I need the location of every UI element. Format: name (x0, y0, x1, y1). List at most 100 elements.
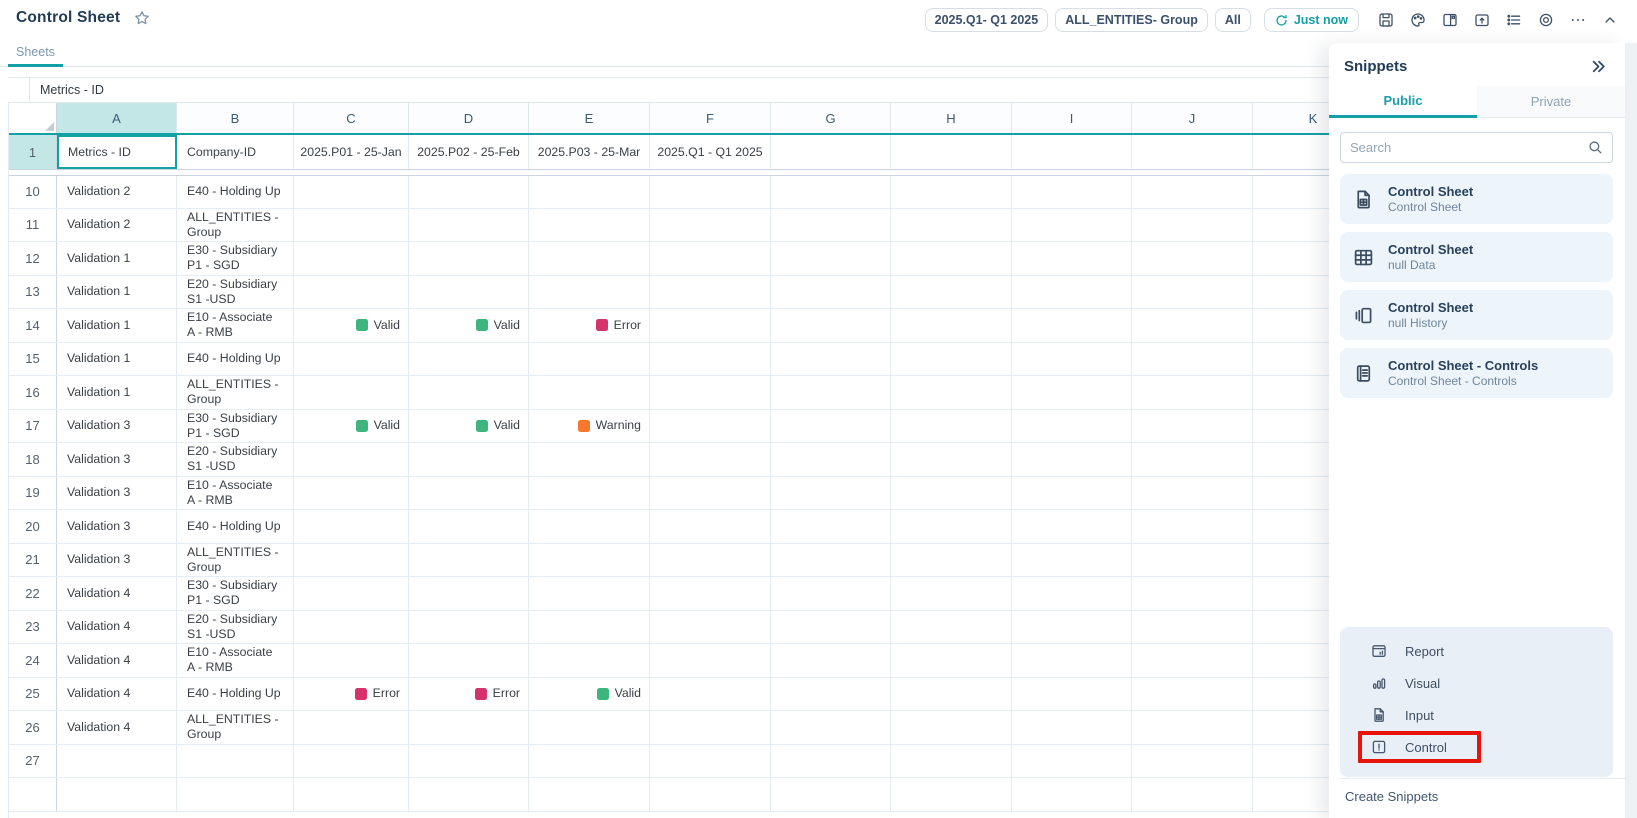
column-header-j[interactable]: J (1132, 103, 1253, 133)
metric-cell[interactable]: Validation 1 (57, 376, 177, 409)
metric-cell[interactable]: Validation 4 (57, 611, 177, 644)
menu-item-input[interactable]: Input (1340, 699, 1613, 731)
status-cell[interactable]: Warning (529, 410, 650, 443)
empty-cell[interactable] (177, 778, 294, 811)
empty-cell[interactable] (891, 376, 1012, 409)
column-header-i[interactable]: I (1012, 103, 1132, 133)
empty-cell[interactable] (891, 510, 1012, 543)
column-header-c[interactable]: C (294, 103, 409, 133)
empty-cell[interactable] (650, 276, 771, 309)
empty-cell[interactable] (891, 745, 1012, 778)
company-cell[interactable]: E10 - Associate A - RMB (177, 309, 294, 342)
empty-cell[interactable] (650, 376, 771, 409)
empty-cell[interactable] (1132, 176, 1253, 208)
empty-cell[interactable] (771, 678, 891, 711)
empty-cell[interactable] (771, 577, 891, 610)
empty-cell[interactable] (1012, 745, 1132, 778)
row-number[interactable]: 20 (9, 510, 57, 543)
empty-cell[interactable] (294, 778, 409, 811)
status-cell[interactable] (294, 544, 409, 577)
status-cell[interactable] (409, 376, 529, 409)
row-number[interactable]: 15 (9, 343, 57, 376)
empty-cell[interactable] (771, 611, 891, 644)
row-number[interactable]: 17 (9, 410, 57, 443)
empty-cell[interactable] (1132, 778, 1253, 811)
status-cell[interactable] (409, 611, 529, 644)
column-header-a[interactable]: A (57, 103, 177, 133)
status-cell[interactable]: Error (294, 678, 409, 711)
status-cell[interactable] (529, 209, 650, 242)
status-cell[interactable] (529, 242, 650, 275)
status-cell[interactable] (409, 577, 529, 610)
layout-icon[interactable] (1438, 8, 1462, 32)
company-cell[interactable]: ALL_ENTITIES - Group (177, 711, 294, 744)
empty-cell[interactable] (1012, 443, 1132, 476)
empty-cell[interactable] (891, 477, 1012, 510)
sync-button[interactable]: Just now (1264, 8, 1359, 32)
status-cell[interactable] (409, 544, 529, 577)
row-number[interactable]: 13 (9, 276, 57, 309)
export-icon[interactable] (1470, 8, 1494, 32)
empty-cell[interactable] (1012, 678, 1132, 711)
empty-cell[interactable] (1132, 510, 1253, 543)
empty-cell[interactable] (771, 343, 891, 376)
empty-cell[interactable] (771, 644, 891, 677)
metric-cell[interactable]: Validation 2 (57, 176, 177, 208)
status-cell[interactable] (294, 176, 409, 208)
row-number[interactable]: 1 (9, 135, 57, 169)
empty-cell[interactable] (650, 209, 771, 242)
empty-cell[interactable] (1132, 309, 1253, 342)
period-header-cell[interactable]: 2025.Q1 - Q1 2025 (650, 135, 771, 169)
empty-cell[interactable] (1132, 644, 1253, 677)
formula-value[interactable]: Metrics - ID (30, 78, 104, 102)
empty-cell[interactable] (891, 309, 1012, 342)
empty-cell[interactable] (529, 778, 650, 811)
empty-cell[interactable] (771, 176, 891, 208)
status-cell[interactable] (529, 276, 650, 309)
column-header-e[interactable]: E (529, 103, 650, 133)
empty-cell[interactable] (771, 309, 891, 342)
empty-cell[interactable] (650, 611, 771, 644)
empty-cell[interactable] (1132, 577, 1253, 610)
row-number[interactable]: 23 (9, 611, 57, 644)
empty-cell[interactable] (1012, 611, 1132, 644)
company-cell[interactable]: E20 - Subsidiary S1 -USD (177, 276, 294, 309)
status-cell[interactable]: Valid (294, 309, 409, 342)
empty-cell[interactable] (771, 242, 891, 275)
column-header-f[interactable]: F (650, 103, 771, 133)
empty-cell[interactable] (650, 176, 771, 208)
metric-cell[interactable]: Validation 2 (57, 209, 177, 242)
metric-cell[interactable]: Validation 3 (57, 443, 177, 476)
empty-cell[interactable] (1132, 209, 1253, 242)
empty-cell[interactable] (771, 510, 891, 543)
company-cell[interactable]: ALL_ENTITIES - Group (177, 544, 294, 577)
empty-cell[interactable] (1132, 276, 1253, 309)
metric-cell[interactable]: Validation 4 (57, 644, 177, 677)
empty-cell[interactable] (1012, 376, 1132, 409)
name-box[interactable] (8, 78, 30, 102)
row-number[interactable]: 24 (9, 644, 57, 677)
status-cell[interactable] (409, 343, 529, 376)
empty-cell[interactable] (771, 711, 891, 744)
row-number[interactable]: 25 (9, 678, 57, 711)
status-cell[interactable] (294, 376, 409, 409)
empty-cell[interactable] (771, 477, 891, 510)
empty-cell[interactable] (1132, 343, 1253, 376)
status-cell[interactable]: Valid (529, 678, 650, 711)
empty-cell[interactable] (891, 678, 1012, 711)
empty-cell[interactable] (1012, 410, 1132, 443)
empty-cell[interactable] (1132, 443, 1253, 476)
metric-cell[interactable] (57, 745, 177, 778)
theme-icon[interactable] (1406, 8, 1430, 32)
empty-cell[interactable] (1132, 544, 1253, 577)
metric-cell[interactable]: Validation 3 (57, 477, 177, 510)
metric-cell[interactable]: Validation 3 (57, 510, 177, 543)
empty-cell[interactable] (891, 242, 1012, 275)
status-cell[interactable] (409, 745, 529, 778)
status-cell[interactable] (529, 477, 650, 510)
row-number[interactable]: 12 (9, 242, 57, 275)
empty-cell[interactable] (891, 577, 1012, 610)
row-number[interactable]: 11 (9, 209, 57, 242)
menu-item-report[interactable]: Report (1340, 635, 1613, 667)
status-cell[interactable] (409, 209, 529, 242)
